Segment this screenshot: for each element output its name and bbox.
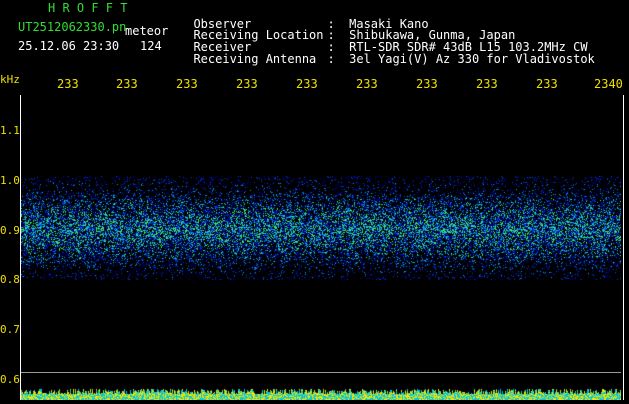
y-tick-label: 0.9: [0, 224, 20, 237]
datetime: 25.12.06 23:30: [18, 39, 120, 53]
spectrogram: [21, 96, 621, 404]
time-tick-label: 233: [116, 77, 138, 91]
frequency-axis: kHz 1.1 1.0 0.9 0.8 0.7 0.6: [0, 70, 20, 400]
y-unit-label: kHz: [0, 73, 20, 86]
mode-label: meteor: [125, 24, 169, 38]
time-tick-label: 233: [476, 77, 498, 91]
baseline: [21, 372, 621, 373]
time-tick-label: 233: [236, 77, 258, 91]
time-tick-label: 233: [536, 77, 558, 91]
y-tick-label: 0.8: [0, 273, 20, 286]
filename: UT2512062330.pn: [18, 20, 127, 34]
time-tick-label: 233: [176, 77, 198, 91]
app-title: H R O F F T: [48, 1, 128, 15]
y-tick-label: 0.7: [0, 323, 20, 336]
info-label: Receiving Antenna: [193, 52, 317, 66]
time-axis: 233 233 233 233 233 233 233 233 233 2340: [0, 78, 629, 92]
y-tick-label: 1.1: [0, 124, 20, 137]
time-tick-label: 233: [296, 77, 318, 91]
time-tick-label: 233: [416, 77, 438, 91]
spectrogram-canvas: [21, 96, 621, 400]
time-tick-label: 233: [356, 77, 378, 91]
y-tick-label: 0.6: [0, 373, 20, 386]
time-tick-label: 233: [57, 77, 79, 91]
time-tick-label: 2340: [594, 77, 623, 91]
info-antenna: Receiving Antenna : 3el Yagi(V) Az 330 fo…: [179, 41, 595, 66]
y-tick-label: 1.0: [0, 174, 20, 187]
detection-count: 124: [140, 39, 162, 53]
info-value: : 3el Yagi(V) Az 330 for Vladivostok: [327, 52, 595, 66]
